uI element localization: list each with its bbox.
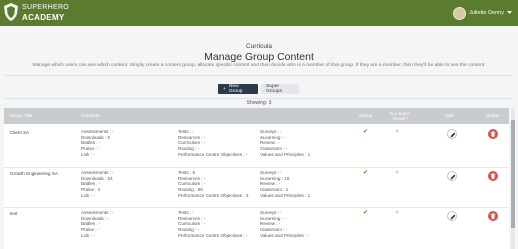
check-icon: ✔	[363, 170, 369, 176]
content-count: Assessments : -	[81, 129, 114, 134]
column-header-status: Status	[359, 113, 373, 118]
content-count: Performance Centre Objectives : -	[178, 232, 248, 238]
results-count: Showing: 3	[246, 100, 272, 106]
content-count: Assessments : -	[81, 170, 114, 175]
brand-line-1: SUPERHERO	[22, 4, 70, 11]
content-count: Performance Centre Objectives : -	[178, 151, 248, 157]
check-icon: ✔	[363, 210, 369, 216]
table-row: Client SA Assessments : - Downloads : 0 …	[4, 124, 509, 168]
table-row: Growth Engineering SA Assessments : - Do…	[4, 168, 509, 208]
scrollbar-thumb[interactable]	[511, 120, 515, 228]
group-title[interactable]: test	[10, 211, 17, 217]
table-header: Group Title Contents Status Is a Super G…	[4, 108, 509, 124]
contents-column-3: Surveys : - eLearning : - Review : - Cla…	[260, 129, 310, 158]
column-header-delete: Delete	[486, 113, 500, 118]
super-groups-button[interactable]: Super Groups	[261, 84, 299, 94]
column-header-group-title[interactable]: Group Title	[10, 113, 32, 118]
content-count: Link : -	[81, 192, 95, 198]
trash-icon	[490, 131, 496, 137]
toolbar: + New Group Super Groups	[218, 84, 299, 94]
cross-icon: ✕	[395, 210, 400, 216]
breadcrumb[interactable]: Curricula	[0, 43, 518, 50]
content-count: Link : -	[81, 151, 95, 157]
edit-button[interactable]	[447, 211, 457, 221]
delete-button[interactable]	[488, 171, 498, 181]
new-group-label: New Group	[228, 84, 243, 94]
contents-column-1: Assessments : - Downloads : 0 Battles : …	[81, 129, 114, 158]
content-count: Assessments : -	[81, 210, 114, 215]
contents-column-2: Tests : 8 Resources : - Curriculum : - R…	[178, 170, 248, 199]
column-header-super-group: Is a Super Group?	[389, 111, 411, 121]
user-menu[interactable]: Juliette Denny	[453, 6, 512, 20]
check-icon: ✔	[363, 129, 369, 135]
contents-column-1: Assessments : - Downloads : - Battles : …	[81, 210, 114, 239]
brand-logo[interactable]: SUPERHERO ACADEMY	[4, 2, 82, 24]
top-bar: SUPERHERO ACADEMY Juliette Denny	[0, 0, 518, 26]
brand-line-2: ACADEMY	[22, 13, 65, 22]
contents-column-1: Assessments : - Downloads : 54 Battles :…	[81, 170, 114, 199]
content-count: Values and Principles : -	[260, 232, 310, 238]
plus-icon: +	[223, 86, 226, 92]
edit-button[interactable]	[447, 171, 457, 181]
contents-column-2: Tests : - Resources : - Curriculum : - R…	[178, 210, 247, 239]
group-title[interactable]: Client SA	[10, 130, 29, 136]
page-description: Manage which users can see which content…	[32, 63, 486, 68]
table-scrollbar[interactable]	[511, 108, 515, 249]
cross-icon: ✕	[395, 170, 400, 176]
pencil-icon	[450, 174, 456, 180]
content-count: Values and Principles : 1	[260, 192, 311, 198]
content-count: Values and Principles : 1	[260, 151, 311, 157]
user-name: Juliette Denny	[469, 10, 504, 16]
contents-column-3: Surveys : - eLearning : - Review : - Cla…	[260, 210, 309, 239]
contents-column-2: Tests : - Resources : - Curriculum : - R…	[178, 129, 247, 158]
new-group-button[interactable]: + New Group	[218, 84, 258, 94]
delete-button[interactable]	[488, 129, 498, 139]
shield-icon	[4, 3, 18, 21]
page-header: Curricula Manage Group Content	[0, 43, 518, 63]
trash-icon	[490, 213, 496, 219]
delete-button[interactable]	[488, 211, 498, 221]
edit-button[interactable]	[447, 129, 457, 139]
avatar	[453, 6, 467, 20]
pencil-icon	[450, 214, 456, 220]
content-count: Link : -	[81, 232, 95, 238]
contents-column-3: Surveys : - eLearning : 10 Review : - Cl…	[260, 170, 310, 199]
page-title: Manage Group Content	[204, 51, 314, 63]
divider	[4, 75, 514, 76]
content-count: Performance Centre Objectives : 3	[178, 192, 249, 198]
divider	[4, 98, 514, 99]
table-row: test Assessments : - Downloads : - Battl…	[4, 208, 509, 249]
column-header-contents: Contents	[81, 113, 100, 118]
pencil-icon	[450, 132, 456, 138]
cross-icon: ✕	[395, 129, 400, 135]
group-title[interactable]: Growth Engineering SA	[10, 171, 58, 177]
trash-icon	[490, 173, 496, 179]
column-header-edit: Edit	[445, 113, 453, 118]
chevron-down-icon	[507, 11, 512, 14]
